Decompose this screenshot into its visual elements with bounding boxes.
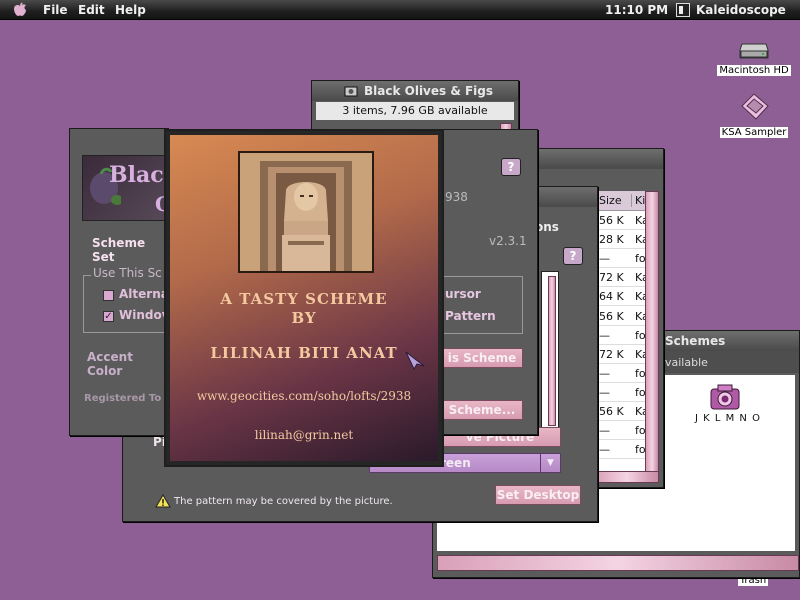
menubar-clock[interactable]: 11:10 PM — [605, 3, 668, 17]
row-size: 72 K — [599, 347, 624, 361]
edit-menu[interactable]: Edit — [78, 3, 105, 17]
alternate-checkbox[interactable] — [103, 290, 114, 301]
help-button[interactable]: ? — [563, 247, 583, 265]
application-menu[interactable]: Kaleidoscope — [696, 3, 786, 17]
desktop-icon-ksa-sampler[interactable]: KSA Sampler — [714, 92, 794, 138]
scheme-item-label[interactable]: J K L M N O — [695, 413, 761, 424]
splash-url[interactable]: www.geocities.com/soho/lofts/2938 — [170, 389, 438, 403]
splash-background: A TASTY SCHEME BY LILINAH BITI ANAT www.… — [170, 135, 438, 461]
this-scheme-button[interactable]: is Scheme — [441, 348, 523, 368]
splash-by: BY — [291, 309, 317, 327]
desktop-icon-macintosh-hd[interactable]: Macintosh HD — [714, 40, 794, 76]
apple-menu-icon[interactable] — [13, 2, 27, 17]
options-group — [435, 276, 523, 334]
help-menu[interactable]: Help — [115, 3, 146, 17]
scheme-button[interactable]: Scheme... — [441, 400, 523, 420]
disk-icon — [741, 93, 769, 120]
version-label: v2.3.1 — [489, 234, 527, 248]
use-group-label: Use This Sc — [91, 266, 164, 280]
row-size: — — [599, 385, 610, 399]
logo-text: Black — [109, 162, 168, 188]
use-group — [83, 275, 168, 333]
alternate-label: Alterna — [119, 287, 169, 301]
cursor-label: ursor — [445, 287, 481, 301]
chevron-down-icon: ▼ — [540, 454, 560, 472]
pattern-label: Pattern — [445, 309, 496, 323]
row-size: — — [599, 366, 610, 380]
row-size: — — [599, 328, 610, 342]
warning-icon — [155, 494, 171, 508]
splash-author: LILINAH BITI ANAT — [210, 344, 398, 362]
position-select-value: reen — [440, 456, 471, 470]
window-title: Black Olives & Figs — [364, 84, 494, 98]
accent-color-label: Accent Color — [87, 350, 133, 378]
camera-icon — [344, 86, 358, 97]
menu-bar: File Edit Help 11:10 PM Kaleidoscope — [0, 0, 800, 20]
cursor-icon — [405, 351, 425, 370]
row-size: 56 K — [599, 405, 624, 418]
schemes-info: vailable — [665, 356, 708, 369]
egyptian-statue-image — [238, 151, 374, 273]
splash-title: A TASTY SCHEME — [220, 290, 388, 308]
window-title: Schemes — [665, 334, 726, 348]
vertical-scrollbar[interactable] — [645, 191, 659, 481]
about-splash[interactable]: A TASTY SCHEME BY LILINAH BITI ANAT www.… — [164, 129, 444, 467]
registered-label: Registered To — [84, 393, 162, 404]
scheme-set-label: Scheme Set — [92, 236, 146, 264]
preview-scrollbar[interactable] — [548, 276, 556, 426]
column-header-size[interactable]: Size — [599, 194, 622, 207]
warning-text: The pattern may be covered by the pictur… — [174, 496, 393, 507]
splash-email[interactable]: lilinah@grin.net — [170, 428, 438, 442]
windows-checkbox[interactable]: ✓ — [103, 311, 114, 322]
horizontal-scrollbar[interactable] — [595, 471, 659, 483]
row-size: — — [599, 443, 610, 457]
row-size: 72 K — [599, 271, 624, 285]
application-menu-icon[interactable] — [676, 3, 690, 17]
number-label: 938 — [445, 190, 468, 204]
folder-info-bar: 3 items, 7.96 GB available — [316, 102, 514, 120]
preview-box — [541, 271, 559, 431]
row-size: 56 K — [599, 214, 624, 227]
folder-title-bar[interactable]: Black Olives & Figs — [312, 81, 518, 101]
camera-file-icon[interactable] — [709, 383, 741, 411]
prefs-window[interactable]: Black O Scheme Set Use This Sc Alterna ✓… — [69, 128, 169, 436]
file-menu[interactable]: File — [43, 3, 68, 17]
row-size: 28 K — [599, 233, 624, 247]
row-size: — — [599, 424, 610, 438]
desktop-icon-label: Macintosh HD — [717, 65, 791, 76]
help-button[interactable]: ? — [501, 158, 521, 176]
row-size: 64 K — [599, 290, 624, 304]
desktop-icon-label: KSA Sampler — [719, 127, 789, 138]
horizontal-scrollbar[interactable] — [437, 555, 799, 571]
hard-drive-icon — [739, 43, 769, 59]
row-size: — — [599, 252, 610, 266]
set-desktop-button[interactable]: Set Desktop — [495, 485, 581, 505]
window-title: ons — [535, 220, 559, 234]
kaleidoscope-logo: Black O — [82, 155, 168, 221]
windows-label: Windov — [119, 308, 169, 322]
column-header-kind[interactable]: Ki — [631, 194, 645, 207]
row-size: 56 K — [599, 309, 624, 323]
